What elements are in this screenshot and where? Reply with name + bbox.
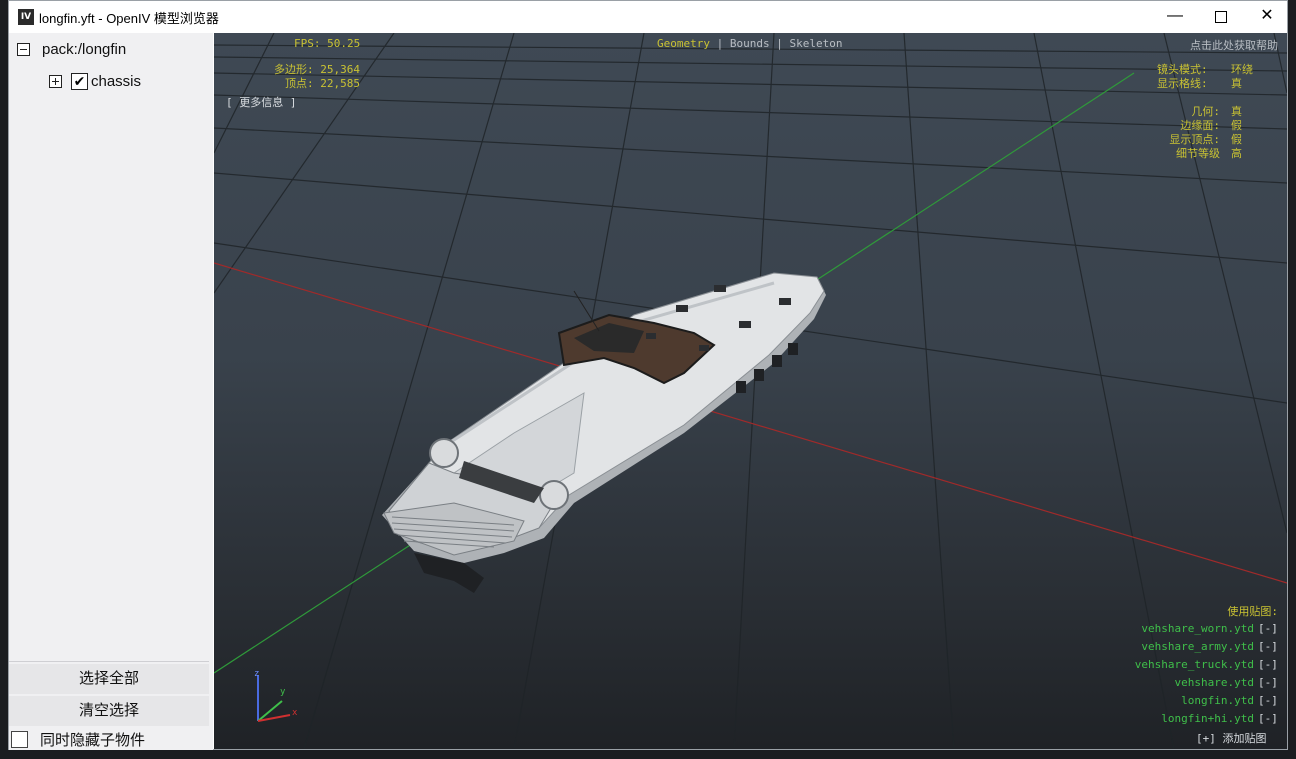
tab-bounds[interactable]: Bounds <box>730 37 770 50</box>
render-mode-tabs: Geometry | Bounds | Skeleton <box>657 37 842 50</box>
chassis-visibility-checkbox[interactable]: ✔ <box>71 72 88 90</box>
axis-gizmo <box>257 675 291 722</box>
remove-texture-button[interactable]: [-] <box>1258 676 1278 689</box>
maximize-button[interactable] <box>1198 1 1244 33</box>
add-texture-bracket: [+] <box>1196 732 1216 745</box>
textures-title: 使用贴图: <box>1227 605 1278 618</box>
tree-item-chassis[interactable]: ✔ chassis <box>49 70 141 92</box>
texture-name: vehshare_worn.ytd <box>1141 622 1254 635</box>
remove-texture-button[interactable]: [-] <box>1258 658 1278 671</box>
boat-model <box>382 272 826 593</box>
sidebar-divider <box>9 661 209 662</box>
clear-selection-button[interactable]: 清空选择 <box>9 696 209 726</box>
axis-z-label: z <box>254 669 260 679</box>
openiv-app-icon: IV <box>18 9 34 25</box>
minimize-button[interactable]: — <box>1152 1 1198 33</box>
tab-separator: | <box>716 37 724 50</box>
expand-icon[interactable] <box>49 74 62 88</box>
lod-label: 细节等级 <box>1176 147 1220 160</box>
tree-chassis-label: chassis <box>91 72 142 90</box>
more-info-link[interactable]: [ 更多信息 ] <box>226 94 297 110</box>
remove-texture-button[interactable]: [-] <box>1258 712 1278 725</box>
remove-texture-button[interactable]: [-] <box>1258 622 1278 635</box>
texture-name: vehshare.ytd <box>1174 676 1254 689</box>
close-button[interactable]: ✕ <box>1244 1 1290 33</box>
tree-root-label: pack:/longfin <box>42 40 127 58</box>
hide-children-option[interactable]: 同时隐藏子物件 <box>11 729 145 749</box>
maximize-icon <box>1215 11 1227 23</box>
model-tree-sidebar: pack:/longfin ✔ chassis 选择全部 清空选择 <box>9 33 213 750</box>
tab-geometry[interactable]: Geometry <box>657 37 710 50</box>
texture-name: longfin+hi.ytd <box>1161 712 1254 725</box>
hide-children-label: 同时隐藏子物件 <box>40 731 146 749</box>
tree-item-root[interactable]: pack:/longfin <box>17 38 126 60</box>
axis-y-label: y <box>280 687 286 697</box>
3d-viewport[interactable]: FPS: 50.25 多边形: 25,364 顶点: 22,585 [ 更多信息… <box>214 33 1287 749</box>
hide-children-checkbox[interactable] <box>11 730 28 748</box>
remove-texture-button[interactable]: [-] <box>1258 640 1278 653</box>
show-grid-label: 显示格线: <box>1157 77 1208 90</box>
texture-name: vehshare_truck.ytd <box>1134 658 1254 671</box>
tab-skeleton[interactable]: Skeleton <box>789 37 842 50</box>
texture-name: vehshare_army.ytd <box>1141 640 1254 653</box>
add-texture-label: 添加贴图 <box>1222 732 1267 745</box>
collapse-icon[interactable] <box>17 42 30 56</box>
vertex-count: 顶点: 22,585 <box>285 77 360 90</box>
openiv-model-viewer-window: IV longfin.yft - OpenIV 模型浏览器 — ✕ pack:/… <box>8 0 1288 750</box>
window-title: longfin.yft - OpenIV 模型浏览器 <box>39 11 219 26</box>
add-texture-button[interactable]: [+] 添加贴图 <box>1196 730 1267 746</box>
tab-separator: | <box>776 37 783 50</box>
remove-texture-button[interactable]: [-] <box>1258 694 1278 707</box>
select-all-button[interactable]: 选择全部 <box>9 664 209 694</box>
lod-value[interactable]: 高 <box>1231 145 1242 161</box>
axis-x-label: x <box>292 708 298 718</box>
texture-name: longfin.ytd <box>1181 694 1254 707</box>
title-bar[interactable]: IV longfin.yft - OpenIV 模型浏览器 — ✕ <box>9 1 1287 33</box>
fps-readout: FPS: 50.25 <box>294 37 361 50</box>
help-link[interactable]: 点击此处获取帮助 <box>1114 37 1278 53</box>
show-grid-value[interactable]: 真 <box>1231 75 1242 91</box>
